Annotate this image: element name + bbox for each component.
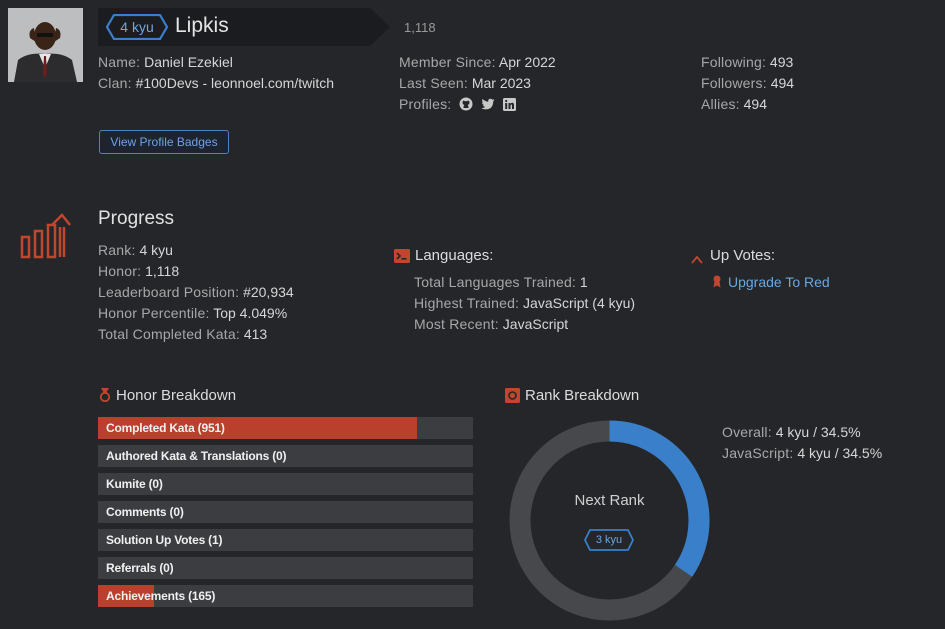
following-row[interactable]: Following: 493 — [701, 54, 793, 70]
linkedin-icon[interactable] — [503, 97, 517, 111]
upgrade-to-red-link[interactable]: Upgrade To Red — [728, 274, 830, 290]
username: Lipkis — [175, 14, 229, 37]
allies-row[interactable]: Allies: 494 — [701, 96, 767, 112]
next-rank-badge-label: 3 kyu — [595, 534, 623, 546]
honor-bar-referrals: Referrals (0) — [98, 557, 473, 579]
rank-badge: 4 kyu — [105, 13, 169, 41]
terminal-icon — [394, 249, 410, 263]
rank-row: Rank: 4 kyu — [98, 242, 173, 258]
member-since-row: Member Since: Apr 2022 — [399, 54, 556, 70]
next-rank-label: Next Rank — [574, 492, 645, 509]
highest-trained-label: Highest Trained: — [414, 295, 520, 311]
overall-value: 4 kyu / 34.5% — [775, 424, 861, 440]
rank-breakdown-icon — [505, 388, 520, 403]
following-label: Following: — [701, 54, 767, 70]
most-recent-value: JavaScript — [502, 316, 569, 332]
rank-value: 4 kyu — [139, 242, 173, 258]
honor-bar-label: Comments (0) — [106, 505, 184, 519]
following-value: 493 — [769, 54, 794, 70]
progress-chart-icon — [20, 213, 72, 262]
javascript-rank-value: 4 kyu / 34.5% — [797, 445, 883, 461]
honor-bar-label: Completed Kata (951) — [106, 421, 225, 435]
followers-value: 494 — [770, 75, 795, 91]
highest-trained-value: JavaScript (4 kyu) — [523, 295, 636, 311]
member-since-value: Apr 2022 — [498, 54, 556, 70]
leaderboard-row: Leaderboard Position: #20,934 — [98, 284, 294, 300]
medal-icon — [99, 388, 111, 403]
clan-value: #100Devs - leonnoel.com/twitch — [135, 75, 335, 91]
last-seen-row: Last Seen: Mar 2023 — [399, 75, 531, 91]
allies-value: 494 — [743, 96, 767, 112]
honor-breakdown-title: Honor Breakdown — [116, 387, 237, 404]
honor-bar-solution-up-votes: Solution Up Votes (1) — [98, 529, 473, 551]
view-profile-badges-button[interactable]: View Profile Badges — [99, 130, 229, 154]
percentile-row: Honor Percentile: Top 4.049% — [98, 305, 287, 321]
next-rank-badge: 3 kyu — [583, 529, 635, 551]
completed-kata-label: Total Completed Kata: — [98, 326, 240, 342]
percentile-value: Top 4.049% — [213, 305, 288, 321]
overall-row: Overall: 4 kyu / 34.5% — [722, 424, 861, 440]
last-seen-label: Last Seen: — [399, 75, 468, 91]
member-since-label: Member Since: — [399, 54, 496, 70]
overall-label: Overall: — [722, 424, 772, 440]
leaderboard-value: #20,934 — [243, 284, 294, 300]
github-icon[interactable] — [459, 97, 473, 111]
progress-title: Progress — [98, 208, 175, 229]
followers-label: Followers: — [701, 75, 767, 91]
twitter-icon[interactable] — [481, 98, 495, 111]
honor-row: Honor: 1,118 — [98, 263, 179, 279]
name-row: Name: Daniel Ezekiel — [98, 54, 233, 70]
most-recent-row: Most Recent: JavaScript — [414, 316, 568, 332]
honor-bar-label: Authored Kata & Translations (0) — [106, 449, 287, 463]
rank-breakdown-title: Rank Breakdown — [525, 387, 640, 404]
languages-title: Languages: — [415, 247, 494, 264]
honor-bar-kumite: Kumite (0) — [98, 473, 473, 495]
clan-label: Clan: — [98, 75, 132, 91]
avatar[interactable] — [8, 8, 83, 82]
honor-bar-label: Kumite (0) — [106, 477, 163, 491]
honor-bar-achievements: Achievements (165) — [98, 585, 473, 607]
upvotes-title: Up Votes: — [710, 247, 776, 264]
chevron-up-icon — [691, 251, 703, 264]
percentile-label: Honor Percentile: — [98, 305, 210, 321]
last-seen-value: Mar 2023 — [471, 75, 531, 91]
allies-label: Allies: — [701, 96, 740, 112]
name-value: Daniel Ezekiel — [144, 54, 233, 70]
honor-bar-label: Solution Up Votes (1) — [106, 533, 223, 547]
honor-label: Honor: — [98, 263, 142, 279]
highest-trained-row: Highest Trained: JavaScript (4 kyu) — [414, 295, 635, 311]
profiles-row: Profiles: — [399, 96, 517, 112]
javascript-rank-label: JavaScript: — [722, 445, 794, 461]
rank-label: Rank: — [98, 242, 136, 258]
profiles-label: Profiles: — [399, 96, 452, 112]
languages-trained-label: Total Languages Trained: — [414, 274, 577, 290]
completed-kata-value: 413 — [243, 326, 268, 342]
honor-bar-authored-kata: Authored Kata & Translations (0) — [98, 445, 473, 467]
languages-trained-value: 1 — [579, 274, 588, 290]
honor-count: 1,118 — [404, 20, 436, 35]
most-recent-label: Most Recent: — [414, 316, 499, 332]
rank-badge-label: 4 kyu — [120, 19, 154, 35]
javascript-rank-row: JavaScript: 4 kyu / 34.5% — [722, 445, 882, 461]
followers-row[interactable]: Followers: 494 — [701, 75, 794, 91]
rank-donut — [509, 420, 710, 621]
honor-bar-comments: Comments (0) — [98, 501, 473, 523]
ribbon-icon — [712, 275, 722, 288]
honor-bar-label: Achievements (165) — [106, 589, 216, 603]
clan-row: Clan: #100Devs - leonnoel.com/twitch — [98, 75, 334, 91]
completed-kata-row: Total Completed Kata: 413 — [98, 326, 267, 342]
name-label: Name: — [98, 54, 141, 70]
languages-trained-row: Total Languages Trained: 1 — [414, 274, 588, 290]
honor-value: 1,118 — [145, 263, 180, 279]
honor-bar-completed-kata: Completed Kata (951) — [98, 417, 473, 439]
leaderboard-label: Leaderboard Position: — [98, 284, 240, 300]
honor-bar-label: Referrals (0) — [106, 561, 174, 575]
